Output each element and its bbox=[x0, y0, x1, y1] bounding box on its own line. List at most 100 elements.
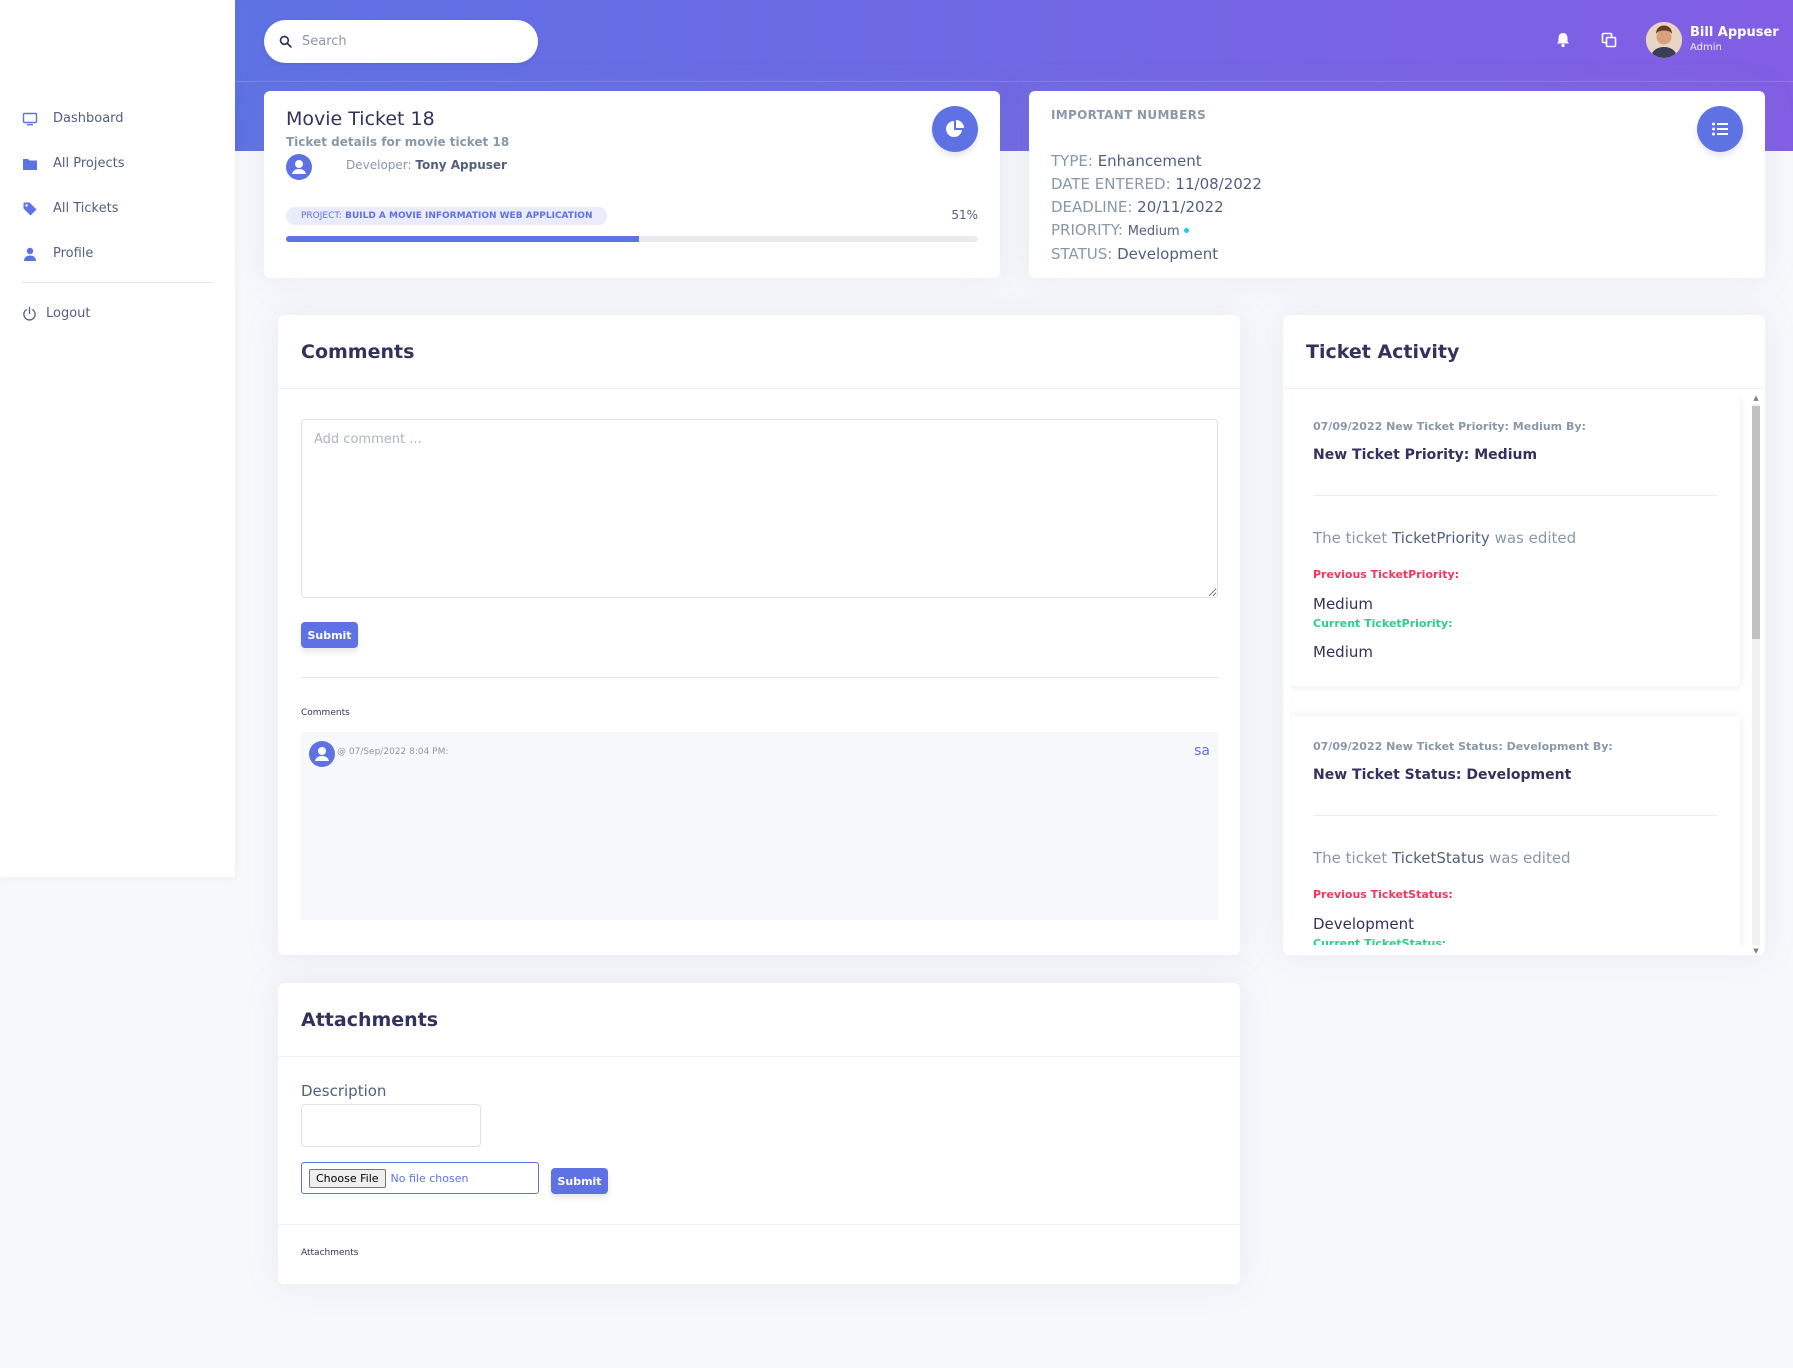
activity-divider bbox=[1313, 815, 1717, 816]
previous-value: Medium bbox=[1313, 595, 1373, 613]
avatar bbox=[1646, 22, 1682, 58]
previous-value: Development bbox=[1313, 915, 1414, 933]
no-file-text: No file chosen bbox=[390, 1171, 469, 1185]
logout-link[interactable]: Logout bbox=[22, 306, 91, 321]
previous-label: Previous TicketStatus: bbox=[1313, 888, 1453, 901]
activity-item: 07/09/2022 New Ticket Priority: Medium B… bbox=[1290, 396, 1740, 686]
project-name: BUILD A MOVIE INFORMATION WEB APPLICATIO… bbox=[345, 211, 593, 221]
activity-date: 07/09/2022 New Ticket Priority: Medium B… bbox=[1313, 420, 1586, 433]
edited-suffix: was edited bbox=[1494, 529, 1577, 547]
deadline-row: DEADLINE: 20/11/2022 bbox=[1051, 196, 1262, 219]
project-badge[interactable]: PROJECT: BUILD A MOVIE INFORMATION WEB A… bbox=[286, 207, 608, 225]
copy-icon[interactable] bbox=[1600, 31, 1618, 49]
sidebar-item-dashboard[interactable]: Dashboard bbox=[0, 96, 235, 141]
comment-text: sa bbox=[1194, 743, 1210, 759]
priority-label: PRIORITY: bbox=[1051, 221, 1123, 239]
description-input[interactable] bbox=[301, 1104, 481, 1147]
current-value: Medium bbox=[1313, 643, 1373, 661]
priority-dot bbox=[1183, 228, 1189, 233]
date-entered-value: 11/08/2022 bbox=[1175, 175, 1262, 193]
comment-textarea[interactable] bbox=[301, 419, 1218, 598]
attachment-submit-button[interactable]: Submit bbox=[551, 1168, 608, 1194]
attachments-card: Attachments Description Choose File No f… bbox=[278, 983, 1240, 1284]
date-entered-row: DATE ENTERED: 11/08/2022 bbox=[1051, 173, 1262, 196]
sidebar-item-all-tickets[interactable]: All Tickets bbox=[0, 186, 235, 231]
activity-scrollbar[interactable]: ▲ ▼ bbox=[1750, 394, 1762, 955]
developer-line: Developer: Tony Appuser bbox=[346, 158, 507, 172]
attachments-divider bbox=[278, 1224, 1240, 1225]
type-label: TYPE: bbox=[1051, 152, 1093, 170]
ticket-activity-title: Ticket Activity bbox=[1283, 315, 1765, 389]
deadline-label: DEADLINE: bbox=[1051, 198, 1133, 216]
important-numbers-card: IMPORTANT NUMBERS TYPE: Enhancement DATE… bbox=[1029, 91, 1765, 278]
sidebar-item-label: Dashboard bbox=[53, 111, 124, 126]
chart-button[interactable] bbox=[932, 106, 978, 152]
deadline-value: 20/11/2022 bbox=[1137, 198, 1224, 216]
header-divider bbox=[235, 81, 1793, 82]
monitor-icon bbox=[22, 112, 38, 125]
comments-divider bbox=[301, 677, 1218, 678]
user-circle-icon bbox=[309, 741, 335, 767]
previous-label: Previous TicketPriority: bbox=[1313, 568, 1460, 581]
list-button[interactable] bbox=[1697, 106, 1743, 152]
status-value: Development bbox=[1117, 245, 1219, 263]
important-numbers-heading: IMPORTANT NUMBERS bbox=[1051, 108, 1207, 122]
date-entered-label: DATE ENTERED: bbox=[1051, 175, 1171, 193]
sidebar-item-profile[interactable]: Profile bbox=[0, 231, 235, 276]
scrollbar-thumb[interactable] bbox=[1752, 406, 1760, 639]
user-menu[interactable]: Bill Appuser Admin bbox=[1646, 22, 1779, 58]
status-row: STATUS: Development bbox=[1051, 243, 1262, 266]
progress-fill bbox=[286, 236, 639, 242]
user-icon bbox=[24, 247, 36, 261]
user-name: Bill Appuser bbox=[1690, 25, 1779, 40]
tag-icon bbox=[23, 202, 37, 215]
user-circle-icon bbox=[286, 154, 312, 180]
attachments-title: Attachments bbox=[278, 983, 1240, 1057]
edited-prefix: The ticket bbox=[1313, 849, 1388, 867]
scroll-down-icon[interactable]: ▼ bbox=[1752, 947, 1760, 955]
project-prefix: PROJECT: bbox=[301, 211, 342, 221]
comment-item: @ 07/Sep/2022 8:04 PM: sa bbox=[301, 732, 1218, 920]
file-input[interactable]: Choose File No file chosen bbox=[301, 1162, 539, 1194]
activity-title: New Ticket Status: Development bbox=[1313, 767, 1572, 783]
type-row: TYPE: Enhancement bbox=[1051, 150, 1262, 173]
search-input[interactable] bbox=[302, 34, 502, 49]
developer-name: Tony Appuser bbox=[415, 158, 507, 172]
activity-scroll-area[interactable]: 07/09/2022 New Ticket Priority: Medium B… bbox=[1290, 396, 1760, 945]
comments-list-label: Comments bbox=[301, 708, 350, 718]
edited-suffix: was edited bbox=[1488, 849, 1571, 867]
search-bar[interactable] bbox=[264, 20, 538, 63]
pie-chart-icon bbox=[946, 120, 964, 137]
developer-label: Developer: bbox=[346, 158, 412, 172]
power-icon bbox=[23, 306, 36, 321]
ticket-activity-card: Ticket Activity 07/09/2022 New Ticket Pr… bbox=[1283, 315, 1765, 955]
comments-card: Comments Submit Comments @ 07/Sep/2022 8… bbox=[278, 315, 1240, 955]
user-role: Admin bbox=[1690, 42, 1722, 53]
progress-percent: 51% bbox=[951, 208, 978, 222]
activity-divider bbox=[1313, 495, 1717, 496]
comment-meta: @ 07/Sep/2022 8:04 PM: bbox=[337, 747, 449, 757]
activity-title: New Ticket Priority: Medium bbox=[1313, 447, 1538, 463]
type-value: Enhancement bbox=[1097, 152, 1202, 170]
priority-value: Medium bbox=[1127, 224, 1180, 239]
edited-field: TicketStatus bbox=[1392, 849, 1485, 867]
current-label: Current TicketStatus: bbox=[1313, 937, 1447, 945]
comment-submit-button[interactable]: Submit bbox=[301, 622, 358, 648]
ticket-title: Movie Ticket 18 bbox=[286, 108, 435, 130]
ticket-subtitle: Ticket details for movie ticket 18 bbox=[286, 135, 510, 149]
sidebar-item-label: Profile bbox=[53, 246, 94, 261]
important-numbers-list: TYPE: Enhancement DATE ENTERED: 11/08/20… bbox=[1051, 150, 1262, 266]
sidebar-nav: Dashboard All Projects All Tickets Profi… bbox=[0, 96, 235, 276]
status-label: STATUS: bbox=[1051, 245, 1113, 263]
sidebar: Dashboard All Projects All Tickets Profi… bbox=[0, 0, 235, 877]
bell-icon[interactable] bbox=[1554, 31, 1572, 49]
activity-edited-text: The ticket TicketStatus was edited bbox=[1313, 849, 1571, 867]
current-label: Current TicketPriority: bbox=[1313, 617, 1453, 630]
scroll-up-icon[interactable]: ▲ bbox=[1752, 394, 1760, 402]
edited-prefix: The ticket bbox=[1313, 529, 1388, 547]
sidebar-divider bbox=[22, 282, 213, 283]
choose-file-button[interactable]: Choose File bbox=[309, 1168, 386, 1188]
sidebar-item-label: All Tickets bbox=[53, 201, 119, 216]
sidebar-item-all-projects[interactable]: All Projects bbox=[0, 141, 235, 186]
comments-title: Comments bbox=[278, 315, 1240, 389]
